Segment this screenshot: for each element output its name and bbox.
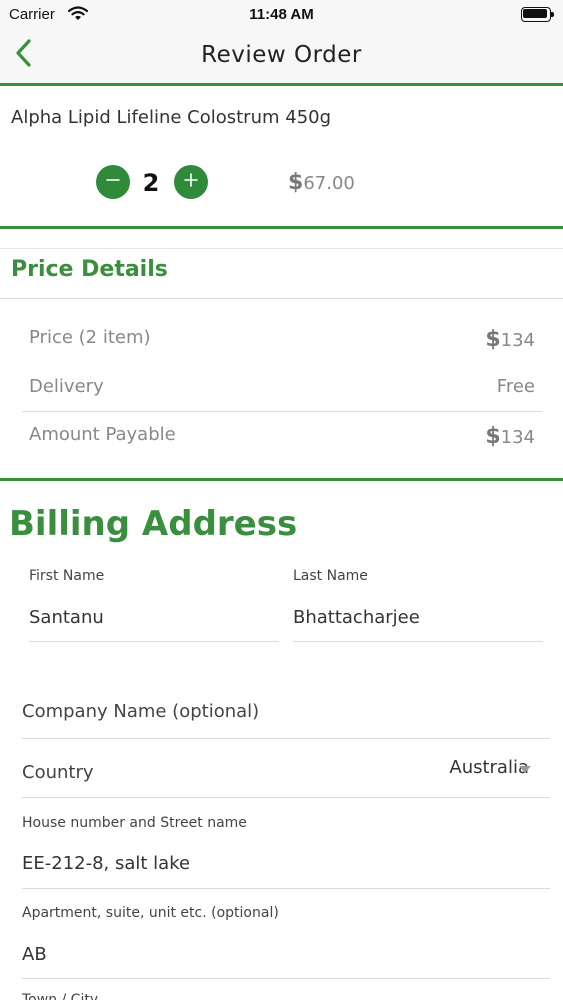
battery-icon bbox=[521, 7, 555, 22]
delivery-row-label: Delivery bbox=[29, 376, 104, 397]
amount-payable-row: Amount Payable $134 bbox=[29, 424, 535, 454]
divider bbox=[0, 298, 563, 299]
product-name: Alpha Lipid Lifeline Colostrum 450g bbox=[11, 107, 332, 128]
increase-quantity-button[interactable] bbox=[174, 165, 208, 199]
country-selected-value: Australia bbox=[449, 757, 529, 778]
divider bbox=[29, 641, 279, 642]
first-name-field[interactable]: Santanu bbox=[29, 607, 279, 628]
currency-symbol: $ bbox=[485, 424, 501, 449]
street-field[interactable]: EE-212-8, salt lake bbox=[22, 853, 550, 874]
clock: 11:48 AM bbox=[249, 6, 314, 23]
price-row-value: $134 bbox=[485, 327, 535, 352]
street-label: House number and Street name bbox=[22, 815, 247, 831]
currency-symbol: $ bbox=[288, 170, 304, 195]
quantity-value: 2 bbox=[142, 169, 160, 197]
price-details: Price Details Price (2 item) $134 Delive… bbox=[0, 248, 563, 481]
divider bbox=[22, 797, 550, 798]
billing-address-heading: Billing Address bbox=[9, 504, 298, 544]
apartment-field[interactable]: AB bbox=[22, 944, 550, 965]
status-bar: Carrier 11:48 AM bbox=[0, 0, 563, 30]
apartment-label: Apartment, suite, unit etc. (optional) bbox=[22, 905, 279, 921]
price-row: Price (2 item) $134 bbox=[29, 327, 535, 357]
divider bbox=[22, 411, 542, 412]
last-name-label: Last Name bbox=[293, 568, 368, 584]
amount-payable-value: $134 bbox=[485, 424, 535, 449]
price-amount: 67.00 bbox=[303, 173, 355, 194]
order-item: Alpha Lipid Lifeline Colostrum 450g 2 $6… bbox=[0, 89, 563, 229]
amount-payable-label: Amount Payable bbox=[29, 424, 176, 445]
caret-down-icon bbox=[519, 766, 531, 773]
price-details-heading: Price Details bbox=[11, 257, 168, 282]
company-name-field[interactable]: Company Name (optional) bbox=[22, 701, 550, 722]
divider bbox=[22, 978, 550, 979]
decrease-quantity-button[interactable] bbox=[96, 165, 130, 199]
delivery-row-value: Free bbox=[496, 376, 535, 397]
minus-icon bbox=[105, 172, 121, 192]
divider bbox=[293, 641, 543, 642]
product-price: $67.00 bbox=[288, 170, 355, 195]
nav-bar: Review Order bbox=[0, 30, 563, 86]
last-name-field[interactable]: Bhattacharjee bbox=[293, 607, 543, 628]
delivery-row: Delivery Free bbox=[29, 376, 535, 406]
currency-symbol: $ bbox=[485, 327, 501, 352]
country-label: Country bbox=[22, 762, 94, 783]
divider bbox=[22, 888, 550, 889]
price-row-label: Price (2 item) bbox=[29, 327, 151, 348]
town-label: Town / City bbox=[22, 992, 99, 1000]
price-value: 134 bbox=[500, 330, 535, 351]
divider bbox=[22, 738, 550, 739]
amount-value: 134 bbox=[500, 427, 535, 448]
plus-icon bbox=[183, 172, 199, 192]
page-title: Review Order bbox=[201, 42, 362, 68]
first-name-label: First Name bbox=[29, 568, 105, 584]
